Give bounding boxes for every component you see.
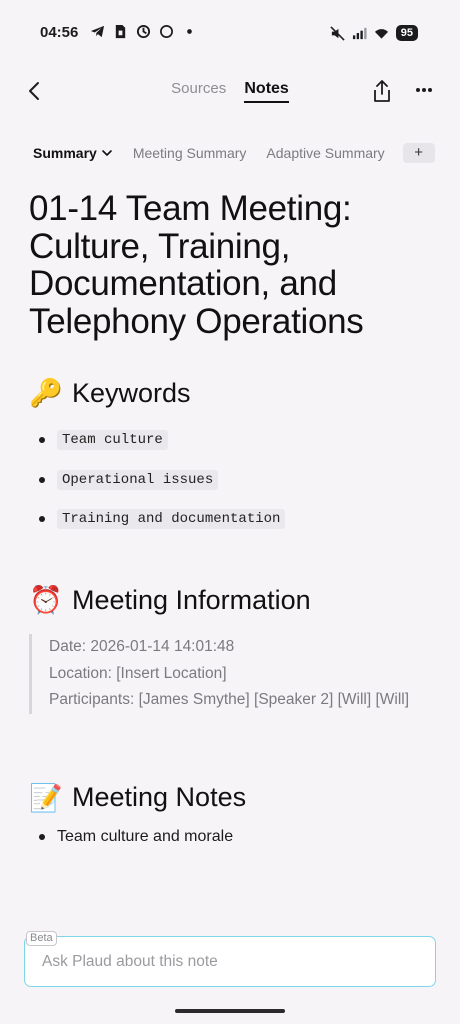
list-item: Operational issues [29,468,429,492]
sim-card-icon [115,24,126,39]
keywords-heading-label: Keywords [72,377,191,408]
wifi-icon [374,28,388,39]
more-options-icon[interactable] [410,76,438,104]
status-left-icons [90,24,197,39]
note-item-text: Team culture and morale [57,827,234,845]
meeting-date: Date: 2026-01-14 14:01:48 [49,638,235,655]
note-content: 01-14 Team Meeting: Culture, Training, D… [29,190,429,848]
tab-notes[interactable]: Notes [244,80,289,103]
battery-indicator: 95 [395,25,418,41]
bullet-icon [39,833,45,840]
tab-sources[interactable]: Sources [171,80,226,97]
alarm-clock-icon: ⏰ [29,585,63,615]
keywords-heading: 🔑 Keywords [29,376,429,410]
tab-adaptive-summary[interactable]: Adaptive Summary [266,145,384,161]
status-bar: 04:56 95 [0,0,460,64]
list-item: Team culture and morale [29,826,429,848]
dot-icon [187,29,192,34]
home-indicator[interactable] [175,1009,285,1013]
meeting-location: Location: [Insert Location] [49,664,227,682]
meeting-information-heading: ⏰ Meeting Information [29,583,429,617]
sync-icon [136,24,151,39]
mute-icon [330,25,345,41]
status-time: 04:56 [40,24,79,41]
key-icon: 🔑 [29,378,63,408]
keyword-chip: Training and documentation [57,509,286,529]
meeting-participants: Participants: [James Smythe] [Speaker 2]… [49,691,410,708]
bullet-icon [39,437,45,443]
circle-icon [160,25,173,38]
add-template-button[interactable]: + [402,143,435,163]
ask-input[interactable]: Ask Plaud about this note [24,936,436,987]
keyword-chip: Team culture [57,430,168,450]
chevron-down-icon [102,150,112,156]
page-title: 01-14 Team Meeting: Culture, Training, D… [29,189,364,341]
bullet-icon [39,516,45,522]
telegram-icon [90,25,105,38]
ask-placeholder: Ask Plaud about this note [42,953,218,970]
keyword-chip: Operational issues [57,469,219,490]
meeting-info-quote: Date: 2026-01-14 14:01:48 Location: [Ins… [29,634,429,714]
signal-icon [352,27,367,39]
share-icon[interactable] [370,78,394,104]
tab-summary-label: Summary [33,145,97,161]
ask-bar: Ask Plaud about this note Beta [0,923,460,1024]
meeting-information-heading-label: Meeting Information [72,584,311,615]
list-item: Team culture [29,428,429,452]
list-item: Training and documentation [29,507,429,531]
status-right: 95 [330,25,418,41]
template-tabs: Summary Meeting Summary Adaptive Summary… [33,140,443,166]
memo-icon: 📝 [29,782,63,813]
beta-badge: Beta [26,931,57,946]
tab-meeting-summary[interactable]: Meeting Summary [133,145,247,161]
meeting-notes-heading: 📝 Meeting Notes [29,781,429,815]
tab-summary-dropdown[interactable]: Summary [33,145,113,161]
bullet-icon [39,476,45,483]
meeting-notes-list: Team culture and morale [29,826,429,848]
app-header: Sources Notes [0,72,460,112]
keywords-list: Team culture Operational issues Training… [29,428,429,531]
meeting-notes-heading-label: Meeting Notes [72,782,247,812]
